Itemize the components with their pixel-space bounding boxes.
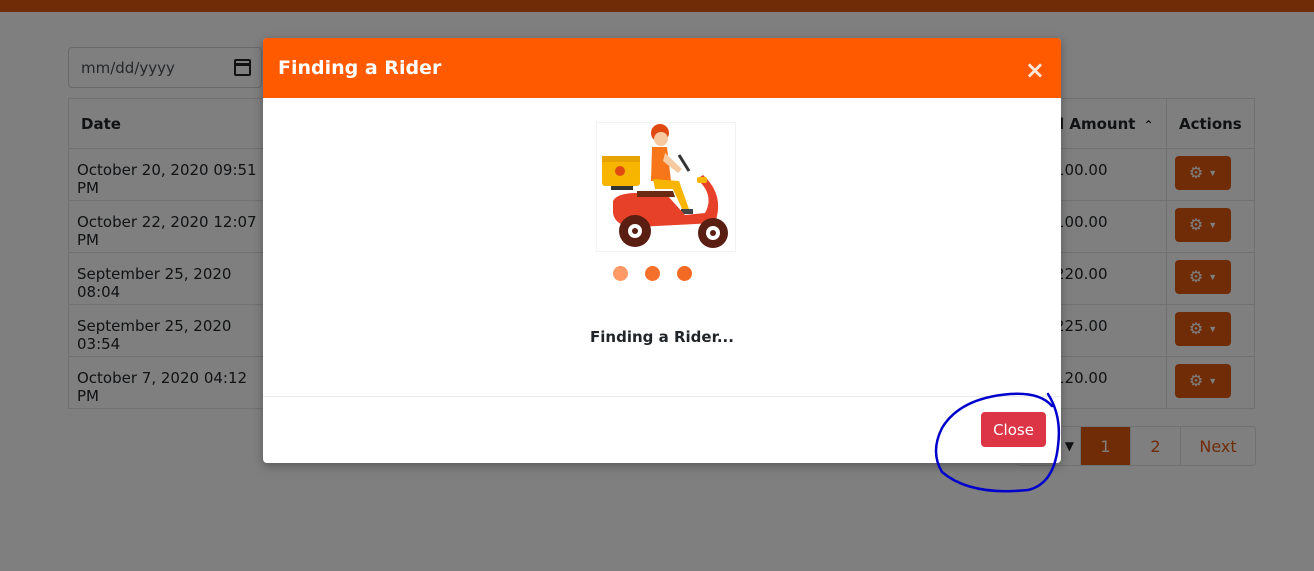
scooter-rider-illustration (596, 122, 736, 252)
modal-footer: Close (263, 397, 1061, 463)
finding-rider-status: Finding a Rider... (590, 328, 734, 346)
loading-dot (677, 266, 692, 281)
loading-dot (645, 266, 660, 281)
finding-rider-modal: Finding a Rider × Finding a Rider... Clo… (263, 38, 1061, 463)
close-icon[interactable]: × (1025, 54, 1045, 82)
modal-header: Finding a Rider × (263, 38, 1061, 98)
loading-dots (613, 266, 692, 281)
modal-body: Finding a Rider... (263, 98, 1061, 397)
loading-dot (613, 266, 628, 281)
modal-title: Finding a Rider (278, 57, 442, 79)
close-button[interactable]: Close (981, 412, 1046, 447)
